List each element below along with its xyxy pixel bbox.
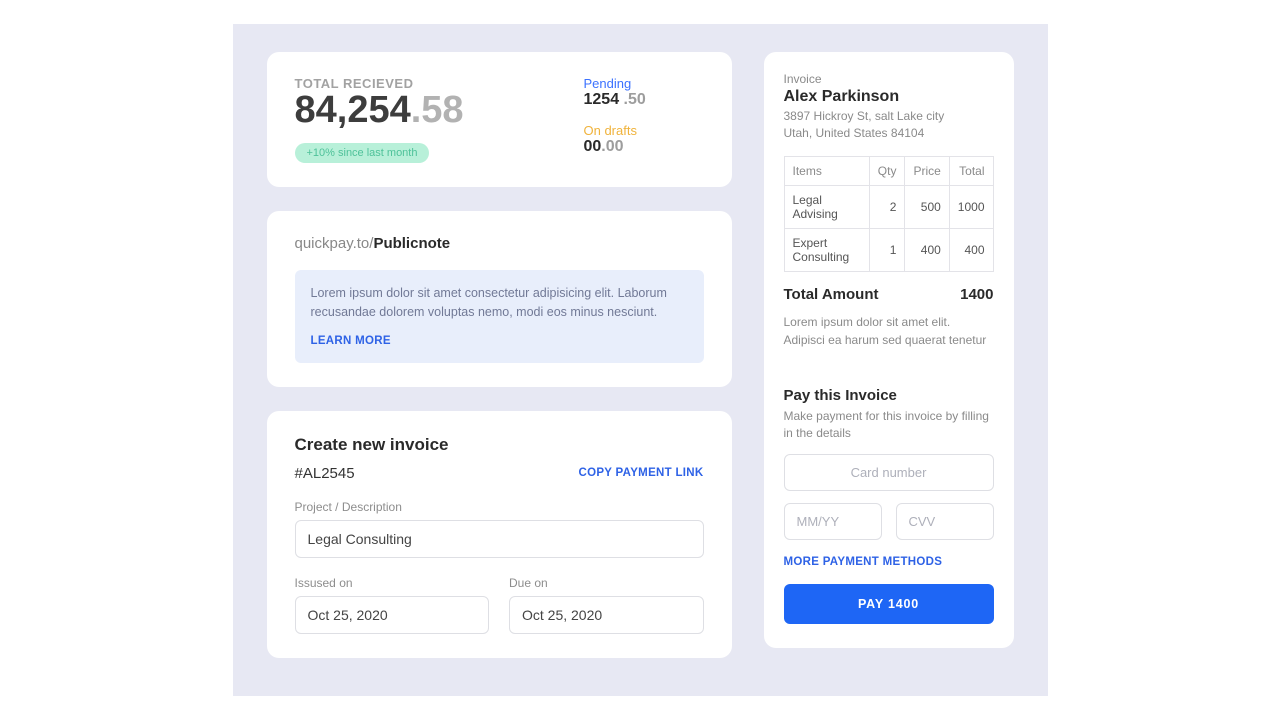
item-qty: 1 bbox=[869, 228, 905, 271]
dashboard-stage: TOTAL RECIEVED 84,254.58 +10% since last… bbox=[233, 24, 1048, 696]
publicnote-card: quickpay.to/Publicnote Lorem ipsum dolor… bbox=[267, 211, 732, 387]
drafts-label: On drafts bbox=[584, 123, 704, 138]
publicnote-box: Lorem ipsum dolor sit amet consectetur a… bbox=[295, 270, 704, 363]
item-qty: 2 bbox=[869, 185, 905, 228]
table-row: Expert Consulting 1 400 400 bbox=[784, 228, 993, 271]
pending-dec: .50 bbox=[619, 91, 646, 108]
pending-block: Pending 1254 .50 bbox=[584, 76, 704, 109]
copy-payment-link[interactable]: COPY PAYMENT LINK bbox=[578, 467, 703, 479]
left-column: TOTAL RECIEVED 84,254.58 +10% since last… bbox=[267, 52, 732, 696]
cvv-input[interactable] bbox=[896, 503, 994, 540]
invoice-addr2: Utah, United States 84104 bbox=[784, 126, 925, 140]
item-price: 500 bbox=[905, 185, 949, 228]
drafts-value: 00.00 bbox=[584, 138, 704, 156]
col-total: Total bbox=[949, 156, 993, 185]
create-invoice-idrow: #AL2545 COPY PAYMENT LINK bbox=[295, 465, 704, 482]
invoice-items-table: Items Qty Price Total Legal Advising 2 5… bbox=[784, 156, 994, 272]
invoice-card: Invoice Alex Parkinson 3897 Hickroy St, … bbox=[764, 52, 1014, 648]
total-received-block: TOTAL RECIEVED 84,254.58 +10% since last… bbox=[295, 76, 544, 163]
invoice-id: #AL2545 bbox=[295, 465, 355, 482]
due-label: Due on bbox=[509, 576, 704, 590]
invoice-address: 3897 Hickroy St, salt Lake city Utah, Un… bbox=[784, 108, 994, 142]
item-name: Expert Consulting bbox=[784, 228, 869, 271]
publicnote-name: Publicnote bbox=[373, 235, 450, 252]
item-total: 1000 bbox=[949, 185, 993, 228]
total-received-amount: 84,254.58 bbox=[295, 91, 544, 129]
create-invoice-card: Create new invoice #AL2545 COPY PAYMENT … bbox=[267, 411, 732, 658]
invoice-total-label: Total Amount bbox=[784, 286, 879, 303]
invoice-addr1: 3897 Hickroy St, salt Lake city bbox=[784, 109, 945, 123]
drafts-dec: .00 bbox=[601, 138, 623, 155]
pay-button[interactable]: PAY 1400 bbox=[784, 584, 994, 624]
learn-more-link[interactable]: LEARN MORE bbox=[311, 333, 391, 351]
col-price: Price bbox=[905, 156, 949, 185]
drafts-block: On drafts 00.00 bbox=[584, 123, 704, 156]
card-number-input[interactable] bbox=[784, 454, 994, 491]
publicnote-body: Lorem ipsum dolor sit amet consectetur a… bbox=[311, 286, 667, 319]
invoice-total-value: 1400 bbox=[960, 286, 993, 303]
issued-label: Issused on bbox=[295, 576, 490, 590]
pending-int: 1254 bbox=[584, 91, 620, 108]
pay-subtitle: Make payment for this invoice by filling… bbox=[784, 408, 994, 443]
expiry-input[interactable] bbox=[784, 503, 882, 540]
invoice-total-row: Total Amount 1400 bbox=[784, 286, 994, 303]
invoice-heading: Invoice bbox=[784, 72, 994, 86]
publicnote-path: quickpay.to/Publicnote bbox=[295, 235, 704, 252]
due-input[interactable] bbox=[509, 596, 704, 634]
table-row: Legal Advising 2 500 1000 bbox=[784, 185, 993, 228]
item-name: Legal Advising bbox=[784, 185, 869, 228]
item-price: 400 bbox=[905, 228, 949, 271]
col-qty: Qty bbox=[869, 156, 905, 185]
project-label: Project / Description bbox=[295, 500, 704, 514]
pending-label: Pending bbox=[584, 76, 704, 91]
summary-side: Pending 1254 .50 On drafts 00.00 bbox=[584, 76, 704, 163]
drafts-int: 00 bbox=[584, 138, 602, 155]
item-total: 400 bbox=[949, 228, 993, 271]
invoice-client-name: Alex Parkinson bbox=[784, 88, 994, 106]
right-column: Invoice Alex Parkinson 3897 Hickroy St, … bbox=[764, 52, 1014, 696]
more-payment-methods-link[interactable]: MORE PAYMENT METHODS bbox=[784, 556, 943, 568]
growth-badge: +10% since last month bbox=[295, 143, 430, 163]
issued-input[interactable] bbox=[295, 596, 490, 634]
publicnote-prefix: quickpay.to/ bbox=[295, 235, 374, 252]
create-invoice-title: Create new invoice bbox=[295, 435, 704, 455]
invoice-description: Lorem ipsum dolor sit amet elit. Adipisc… bbox=[784, 313, 994, 349]
amount-dec: .58 bbox=[411, 89, 464, 131]
amount-int: 84,254 bbox=[295, 89, 411, 131]
pending-value: 1254 .50 bbox=[584, 91, 704, 109]
summary-card: TOTAL RECIEVED 84,254.58 +10% since last… bbox=[267, 52, 732, 187]
project-input[interactable] bbox=[295, 520, 704, 558]
col-items: Items bbox=[784, 156, 869, 185]
pay-title: Pay this Invoice bbox=[784, 387, 994, 404]
